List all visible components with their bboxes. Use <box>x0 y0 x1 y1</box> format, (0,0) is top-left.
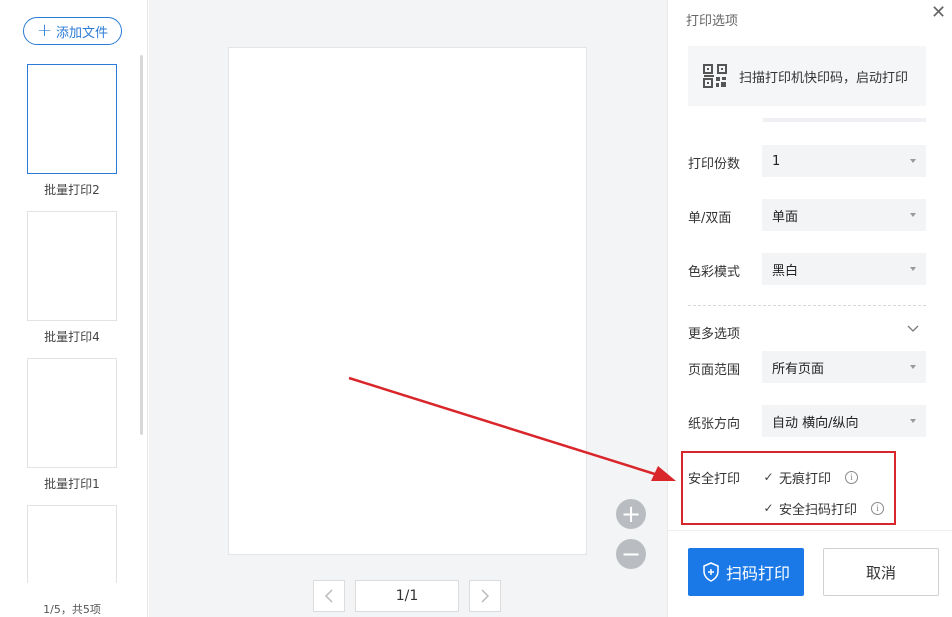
plus-icon: + <box>620 500 642 528</box>
prev-page-button[interactable] <box>313 580 345 612</box>
color-mode-label: 色彩模式 <box>688 265 741 280</box>
minus-icon: − <box>620 540 642 568</box>
color-mode-value: 黑白 <box>772 263 799 279</box>
zoom-out-button[interactable]: − <box>616 539 646 569</box>
file-count: 1/5，共5项 <box>43 603 101 616</box>
chevron-down-icon[interactable] <box>907 322 919 336</box>
cancel-label: 取消 <box>865 563 896 582</box>
file-label: 批量打印2 <box>44 183 100 197</box>
caret-down-icon <box>910 419 916 423</box>
duplex-value: 单面 <box>772 209 799 225</box>
scan-print-button[interactable]: 扫码打印 <box>688 548 804 596</box>
duplex-select[interactable]: 单面 <box>762 199 926 231</box>
scan-print-label: 扫码打印 <box>725 564 790 583</box>
more-options-toggle[interactable]: 更多选项 <box>688 323 740 342</box>
copies-select[interactable]: 1 <box>762 145 926 177</box>
panel-title: 打印选项 <box>686 14 739 29</box>
file-list-panel: + 添加文件 批量打印2 批量打印4 批量打印1 1/5，共5项 <box>0 0 148 617</box>
copies-value: 1 <box>772 153 781 169</box>
caret-down-icon <box>910 267 916 271</box>
color-mode-select[interactable]: 黑白 <box>762 253 926 285</box>
orientation-value: 自动 横向/纵向 <box>772 415 859 431</box>
shield-plus-icon <box>703 562 719 582</box>
copies-label: 打印份数 <box>688 157 741 172</box>
caret-down-icon <box>910 365 916 369</box>
preview-page <box>228 47 587 555</box>
file-list-scrollbar[interactable] <box>140 55 143 435</box>
chevron-right-icon <box>481 589 490 603</box>
close-icon[interactable]: ✕ <box>931 4 946 22</box>
file-label: 批量打印4 <box>44 330 100 344</box>
file-thumbnail[interactable] <box>27 505 117 583</box>
add-file-button[interactable]: + 添加文件 <box>23 17 122 45</box>
add-file-label: 添加文件 <box>56 25 109 41</box>
page-range-select[interactable]: 所有页面 <box>762 351 926 383</box>
preview-area: + − 1/1 <box>149 0 667 617</box>
highlight-box <box>681 451 896 525</box>
qr-scan-banner[interactable]: 扫描打印机快印码，启动打印 <box>688 46 926 106</box>
duplex-label: 单/双面 <box>688 211 732 226</box>
next-page-button[interactable] <box>469 580 501 612</box>
file-thumbnail[interactable] <box>27 358 117 468</box>
dashed-divider <box>688 305 926 306</box>
divider-bar <box>763 118 926 122</box>
qr-code-icon <box>703 64 727 88</box>
plus-icon: + <box>36 20 53 41</box>
file-label: 批量打印1 <box>44 477 100 491</box>
print-dialog: + 添加文件 批量打印2 批量打印4 批量打印1 1/5，共5项 + − 1/1 <box>0 0 952 617</box>
orientation-select[interactable]: 自动 横向/纵向 <box>762 405 926 437</box>
caret-down-icon <box>910 159 916 163</box>
page-indicator[interactable]: 1/1 <box>355 580 459 612</box>
cancel-button[interactable]: 取消 <box>823 548 939 596</box>
orientation-label: 纸张方向 <box>688 417 741 432</box>
zoom-in-button[interactable]: + <box>616 499 646 529</box>
qr-banner-text: 扫描打印机快印码，启动打印 <box>739 70 909 86</box>
file-thumbnail[interactable] <box>27 64 117 174</box>
file-thumbnail[interactable] <box>27 211 117 321</box>
chevron-left-icon <box>324 589 333 603</box>
page-range-value: 所有页面 <box>772 361 825 377</box>
print-options-panel: 打印选项 ✕ 扫描打印机快印码，启动打印 打印份数 1 单/双面 单面 色彩模式… <box>667 0 952 617</box>
caret-down-icon <box>910 213 916 217</box>
footer-divider <box>668 530 952 531</box>
page-indicator-text: 1/1 <box>395 588 419 604</box>
page-range-label: 页面范围 <box>688 363 741 378</box>
